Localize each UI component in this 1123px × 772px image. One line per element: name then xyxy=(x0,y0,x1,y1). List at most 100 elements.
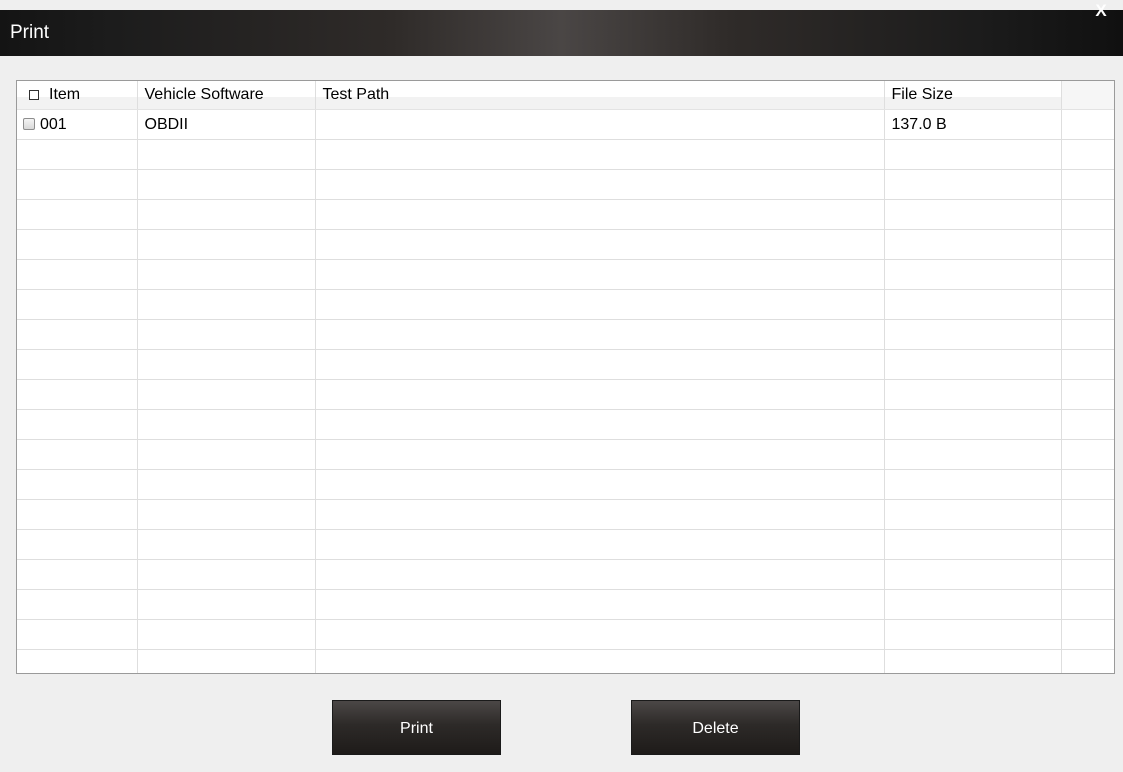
empty-cell xyxy=(137,379,316,410)
empty-cell xyxy=(137,139,316,170)
empty-cell xyxy=(315,409,885,440)
empty-cell xyxy=(315,469,885,500)
empty-cell xyxy=(17,559,138,590)
spacer-cell xyxy=(1061,109,1114,140)
table-row[interactable]: 001 OBDII 137.0 B xyxy=(17,109,1114,140)
empty-row xyxy=(17,379,1114,410)
empty-cell xyxy=(137,619,316,650)
empty-cell xyxy=(884,259,1062,290)
print-button[interactable]: Print xyxy=(332,700,501,755)
spacer-cell xyxy=(1061,589,1114,620)
row-vehicle-software: OBDII xyxy=(137,109,316,140)
empty-cell xyxy=(315,229,885,260)
empty-cell xyxy=(315,529,885,560)
empty-row xyxy=(17,259,1114,290)
empty-cell xyxy=(137,499,316,530)
window-title: Print xyxy=(10,22,50,43)
empty-cell xyxy=(17,469,138,500)
print-dialog: Print X Item Vehicle Software Test Path … xyxy=(0,0,1123,772)
spacer-cell xyxy=(1061,409,1114,440)
empty-cell xyxy=(884,649,1062,673)
column-header-file-size[interactable]: File Size xyxy=(884,81,1062,110)
column-header-spacer xyxy=(1061,81,1114,110)
empty-cell xyxy=(884,499,1062,530)
column-header-test-path[interactable]: Test Path xyxy=(315,81,885,110)
empty-cell xyxy=(315,199,885,230)
empty-cell xyxy=(137,259,316,290)
spacer-cell xyxy=(1061,379,1114,410)
spacer-cell xyxy=(1061,619,1114,650)
empty-cell xyxy=(315,319,885,350)
spacer-cell xyxy=(1061,139,1114,170)
empty-cell xyxy=(137,559,316,590)
empty-cell xyxy=(884,169,1062,200)
empty-row xyxy=(17,289,1114,320)
column-header-item-label: Item xyxy=(49,86,81,103)
empty-cell xyxy=(315,559,885,590)
file-table: Item Vehicle Software Test Path File Siz… xyxy=(17,81,1114,673)
table-header-row: Item Vehicle Software Test Path File Siz… xyxy=(17,81,1114,110)
empty-cell xyxy=(884,199,1062,230)
empty-cell xyxy=(137,469,316,500)
row-item-cell: 001 xyxy=(17,109,138,140)
row-item-number: 001 xyxy=(40,115,67,133)
empty-cell xyxy=(17,439,138,470)
empty-cell xyxy=(315,289,885,320)
empty-row xyxy=(17,619,1114,650)
empty-cell xyxy=(137,169,316,200)
empty-cell xyxy=(137,319,316,350)
spacer-cell xyxy=(1061,259,1114,290)
spacer-cell xyxy=(1061,529,1114,560)
empty-cell xyxy=(137,589,316,620)
empty-row xyxy=(17,409,1114,440)
empty-cell xyxy=(17,259,138,290)
empty-cell xyxy=(137,649,316,673)
empty-cell xyxy=(315,499,885,530)
file-list-panel: Item Vehicle Software Test Path File Siz… xyxy=(16,80,1115,674)
empty-cell xyxy=(315,439,885,470)
empty-row xyxy=(17,139,1114,170)
empty-cell xyxy=(17,319,138,350)
spacer-cell xyxy=(1061,439,1114,470)
empty-cell xyxy=(17,649,138,673)
empty-cell xyxy=(884,529,1062,560)
spacer-cell xyxy=(1061,649,1114,673)
close-button[interactable]: X xyxy=(1090,2,1112,24)
spacer-cell xyxy=(1061,169,1114,200)
empty-cell xyxy=(315,379,885,410)
empty-cell xyxy=(884,139,1062,170)
empty-cell xyxy=(315,649,885,673)
empty-cell xyxy=(137,529,316,560)
empty-row xyxy=(17,439,1114,470)
empty-cell xyxy=(884,619,1062,650)
spacer-cell xyxy=(1061,199,1114,230)
empty-cell xyxy=(315,589,885,620)
empty-row xyxy=(17,649,1114,673)
empty-row xyxy=(17,199,1114,230)
empty-row xyxy=(17,169,1114,200)
row-checkbox[interactable] xyxy=(23,117,35,130)
column-header-vehicle-software[interactable]: Vehicle Software xyxy=(137,81,316,110)
empty-row xyxy=(17,349,1114,380)
title-bar: Print xyxy=(0,10,1123,56)
spacer-cell xyxy=(1061,319,1114,350)
empty-cell xyxy=(884,349,1062,380)
empty-cell xyxy=(17,499,138,530)
empty-cell xyxy=(17,379,138,410)
empty-cell xyxy=(315,349,885,380)
empty-row xyxy=(17,589,1114,620)
empty-cell xyxy=(884,289,1062,320)
empty-cell xyxy=(315,139,885,170)
spacer-cell xyxy=(1061,499,1114,530)
empty-cell xyxy=(884,409,1062,440)
spacer-cell xyxy=(1061,349,1114,380)
empty-cell xyxy=(315,259,885,290)
empty-cell xyxy=(315,619,885,650)
spacer-cell xyxy=(1061,559,1114,590)
empty-cell xyxy=(17,199,138,230)
delete-button[interactable]: Delete xyxy=(631,700,800,755)
empty-cell xyxy=(137,349,316,380)
empty-row xyxy=(17,559,1114,590)
select-all-checkbox[interactable] xyxy=(29,90,39,100)
empty-cell xyxy=(17,139,138,170)
